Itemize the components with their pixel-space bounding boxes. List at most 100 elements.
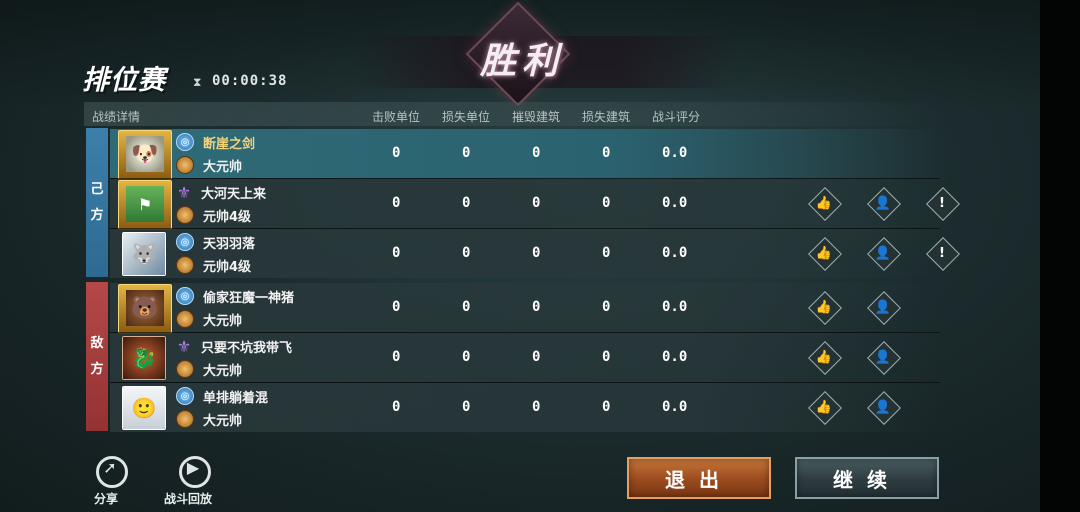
player-name: 断崖之剑 [203, 136, 256, 152]
player-rank-line: 元帅4级 [176, 206, 252, 225]
rank-medal-icon [176, 310, 194, 328]
player-rank-line: 大元帅 [176, 310, 243, 329]
rank-medal-icon [176, 256, 194, 274]
stat-destroyed: 0 [532, 349, 541, 365]
like-button[interactable]: 👍 [808, 341, 842, 375]
result-title: 胜利 [479, 40, 564, 82]
player-row[interactable]: ⚑ ⚜ 大河天上来 元帅4级 0 0 0 0 0.0 👍 👤 ! [110, 179, 960, 230]
like-button[interactable]: 👍 [808, 291, 842, 325]
ally-team-tab: 己 方 [86, 128, 108, 277]
stat-lost-buildings: 0 [602, 399, 611, 415]
column-header-score: 战斗评分 [652, 110, 701, 124]
add-friend-button[interactable]: 👤 [867, 237, 901, 271]
warning-icon: ! [939, 195, 945, 211]
enemy-label-2: 方 [90, 361, 104, 377]
stat-destroyed: 0 [532, 145, 541, 161]
player-name-line: ⚜ 大河天上来 [176, 182, 267, 202]
player-rank: 元帅4级 [203, 209, 252, 225]
player-row[interactable]: 🐶 ◎ 断崖之剑 大元帅 0 0 0 0 0.0 [110, 129, 940, 180]
player-name: 只要不坑我带飞 [201, 340, 293, 356]
player-rank: 元帅4级 [203, 259, 252, 275]
stat-score: 0.0 [662, 299, 688, 315]
add-friend-icon: 👤 [874, 299, 892, 315]
rank-medal-icon [176, 410, 194, 428]
player-avatar[interactable]: 🐉 [122, 336, 166, 380]
stat-kills: 0 [392, 399, 401, 415]
purple-tier-icon: ⚜ [176, 336, 192, 356]
stat-score: 0.0 [662, 195, 688, 211]
stat-score: 0.0 [662, 145, 688, 161]
rank-medal-icon [176, 360, 194, 378]
stat-lost-buildings: 0 [602, 195, 611, 211]
player-rank-line: 元帅4级 [176, 256, 252, 275]
player-rank-line: 大元帅 [176, 410, 242, 429]
dragon-portrait-icon: 🐉 [123, 337, 165, 379]
continue-button[interactable]: 继续 [795, 457, 939, 499]
share-icon: ➚ [103, 458, 117, 477]
stat-lost-units: 0 [462, 349, 471, 365]
player-name: 大河天上来 [201, 186, 267, 202]
report-button[interactable]: ! [926, 187, 960, 221]
player-avatar[interactable]: 🙂 [122, 386, 166, 430]
player-rank-line: 大元帅 [176, 156, 243, 175]
stat-kills: 0 [392, 145, 401, 161]
player-avatar[interactable]: 🐻 [118, 284, 172, 334]
stat-lost-units: 0 [462, 299, 471, 315]
purple-tier-icon: ⚜ [176, 182, 192, 202]
thumbs-up-icon: 👍 [815, 195, 833, 211]
player-rank: 大元帅 [203, 159, 243, 175]
player-avatar[interactable]: 🐶 [118, 130, 172, 180]
player-name-line: ◎ 断崖之剑 [176, 133, 256, 152]
stat-destroyed: 0 [532, 195, 541, 211]
stat-kills: 0 [392, 195, 401, 211]
flag-portrait-icon: ⚑ [126, 186, 164, 222]
enemy-team-tab: 敌 方 [86, 282, 108, 431]
report-button[interactable]: ! [926, 237, 960, 271]
stat-lost-units: 0 [462, 245, 471, 261]
player-rank: 大元帅 [203, 313, 243, 329]
ally-label-2: 方 [90, 207, 104, 223]
add-friend-button[interactable]: 👤 [867, 391, 901, 425]
like-button[interactable]: 👍 [808, 187, 842, 221]
blue-tier-icon: ◎ [176, 387, 194, 405]
column-header-destroyed: 摧毁建筑 [512, 110, 561, 124]
player-name-line: ⚜ 只要不坑我带飞 [176, 336, 293, 356]
stat-destroyed: 0 [532, 245, 541, 261]
mode-title: 排位赛 [82, 65, 166, 96]
thumbs-up-icon: 👍 [815, 245, 833, 261]
rank-medal-icon [176, 206, 194, 224]
anime-portrait-icon: 🙂 [123, 387, 165, 429]
enemy-label-1: 敌 [90, 335, 104, 351]
thumbs-up-icon: 👍 [815, 349, 833, 365]
add-friend-button[interactable]: 👤 [867, 187, 901, 221]
stat-score: 0.0 [662, 399, 688, 415]
stat-destroyed: 0 [532, 299, 541, 315]
share-button[interactable]: ➚ [90, 452, 130, 492]
replay-label[interactable]: 战斗回放 [164, 490, 212, 507]
add-friend-icon: 👤 [874, 245, 892, 261]
stat-destroyed: 0 [532, 399, 541, 415]
blue-tier-icon: ◎ [176, 133, 194, 151]
like-button[interactable]: 👍 [808, 391, 842, 425]
share-label[interactable]: 分享 [94, 490, 118, 507]
replay-button[interactable]: ▶ [173, 452, 213, 492]
column-header-lost-units: 损失单位 [442, 110, 491, 124]
player-avatar[interactable]: 🐺 [122, 232, 166, 276]
add-friend-icon: 👤 [874, 349, 892, 365]
add-friend-button[interactable]: 👤 [867, 291, 901, 325]
stat-lost-buildings: 0 [602, 349, 611, 365]
rank-medal-icon [176, 156, 194, 174]
player-row[interactable]: 🐺 ◎ 天羽羽落 元帅4级 0 0 0 0 0.0 👍 👤 ! [110, 229, 960, 278]
exit-button[interactable]: 退出 [627, 457, 771, 499]
stat-kills: 0 [392, 349, 401, 365]
player-row[interactable]: 🐉 ⚜ 只要不坑我带飞 大元帅 0 0 0 0 0.0 👍 👤 [110, 333, 940, 382]
stat-kills: 0 [392, 245, 401, 261]
stat-lost-units: 0 [462, 145, 471, 161]
player-row[interactable]: 🙂 ◎ 单排躺着混 大元帅 0 0 0 0 0.0 👍 👤 [110, 383, 940, 432]
player-row[interactable]: 🐻 ◎ 偷家狂魔一神猪 大元帅 0 0 0 0 0.0 👍 👤 [110, 283, 940, 334]
like-button[interactable]: 👍 [808, 237, 842, 271]
player-name: 偷家狂魔一神猪 [203, 290, 295, 306]
add-friend-button[interactable]: 👤 [867, 341, 901, 375]
bear-portrait-icon: 🐻 [126, 290, 164, 326]
player-avatar[interactable]: ⚑ [118, 180, 172, 230]
